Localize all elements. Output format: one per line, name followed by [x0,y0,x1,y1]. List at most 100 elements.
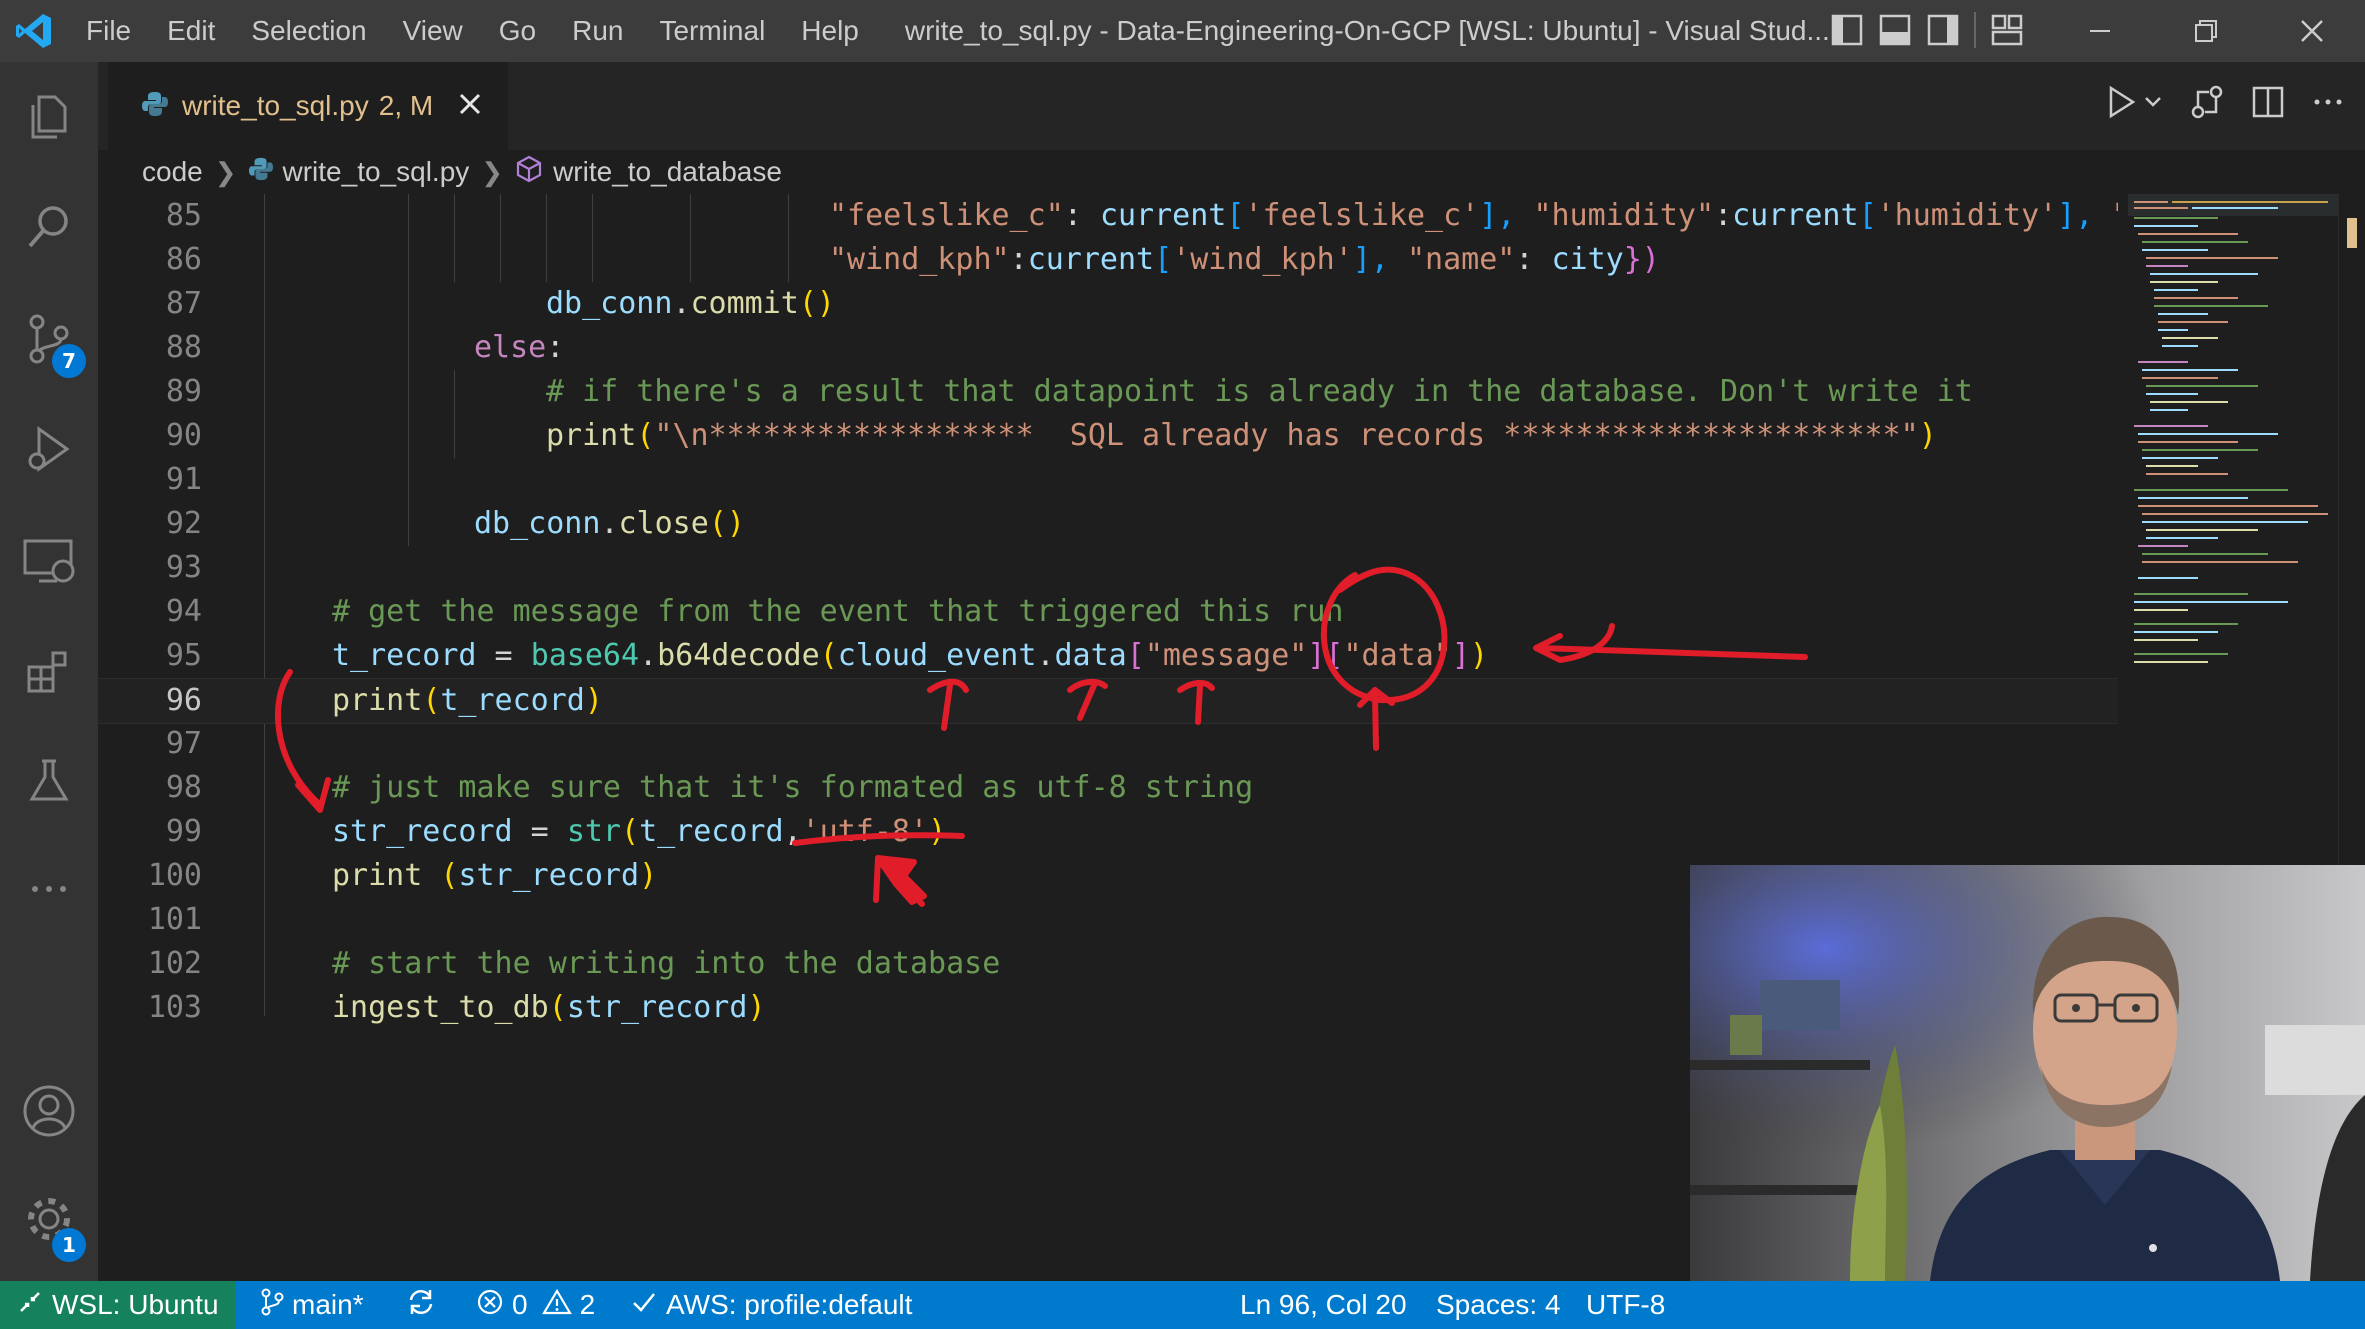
code-line: 92 db_conn.close() [98,502,2118,546]
line-number: 88 [165,330,202,365]
minimap[interactable] [2128,194,2338,814]
code-line: 97 [98,722,2118,766]
presenter-webcam [1690,865,2365,1281]
accounts-icon[interactable] [0,1066,98,1156]
menu-bar: File Edit Selection View Go Run Terminal… [68,0,877,62]
line-text: t_record = base64.b64decode(cloud_event.… [332,638,1488,673]
toggle-primary-sidebar-icon[interactable] [1830,10,1864,54]
remote-label: WSL: Ubuntu [52,1289,219,1320]
restore-icon[interactable] [2153,0,2259,62]
more-views-icon[interactable] [0,844,98,934]
code-line: 87 db_conn.commit() [98,282,2118,326]
tab-problems-status: 2, M [378,90,434,121]
git-branch-icon [260,1288,284,1323]
method-cube-icon [515,155,543,190]
title-bar: File Edit Selection View Go Run Terminal… [0,0,2365,62]
run-debug-icon[interactable] [0,404,98,494]
customize-layout-icon[interactable] [1990,10,2024,54]
code-line: 85 "feelslike_c": current['feelslike_c']… [98,194,2118,238]
menu-edit[interactable]: Edit [149,15,233,47]
activity-bar: 7 1 [0,62,98,1281]
code-line: 93 [98,546,2118,590]
menu-help[interactable]: Help [783,15,877,47]
run-dropdown-chevron-icon[interactable] [2143,92,2163,116]
line-text: print(t_record) [332,683,603,718]
close-window-icon[interactable] [2259,0,2365,62]
line-number: 85 [165,198,202,233]
aws-profile-indicator[interactable]: AWS: profile:default [630,1281,912,1329]
line-text: # if there's a result that datapoint is … [546,374,1973,409]
sync-button[interactable] [406,1281,436,1329]
line-number: 97 [165,726,202,761]
search-icon[interactable] [0,182,98,272]
minimize-icon[interactable] [2047,0,2153,62]
line-number: 96 [165,683,202,718]
remote-indicator[interactable]: WSL: Ubuntu [0,1281,236,1329]
editor-actions [2105,84,2345,124]
line-text: print("\n****************** SQL already … [546,418,1937,453]
layout-controls [1830,10,2024,54]
source-control-icon[interactable]: 7 [0,294,98,384]
menu-selection[interactable]: Selection [233,15,384,47]
menu-terminal[interactable]: Terminal [641,15,783,47]
line-number: 101 [147,902,202,937]
line-text: db_conn.commit() [546,286,835,321]
more-actions-icon[interactable] [2311,85,2345,123]
line-number: 99 [165,814,202,849]
line-text: # start the writing into the database [332,946,1001,981]
window-title: write_to_sql.py - Data-Engineering-On-GC… [904,15,1830,46]
code-line: 91 [98,458,2118,502]
check-icon [630,1288,658,1323]
line-text: db_conn.close() [474,506,745,541]
error-count: 0 [512,1289,528,1320]
line-number: 100 [147,858,202,893]
menu-go[interactable]: Go [481,15,554,47]
remote-icon [18,1289,42,1321]
code-line: 90 print("\n****************** SQL alrea… [98,414,2118,458]
split-editor-icon[interactable] [2251,85,2285,123]
toggle-secondary-sidebar-icon[interactable] [1926,10,1960,54]
breadcrumb-folder-label: code [142,156,203,187]
code-line: 95 t_record = base64.b64decode(cloud_eve… [98,634,2118,678]
encoding-indicator[interactable]: UTF-8 [1586,1281,1665,1329]
problems-indicator[interactable]: 0 2 [476,1281,595,1329]
aws-profile-label: AWS: profile:default [666,1289,913,1320]
line-text: "feelslike_c": current['feelslike_c'], "… [829,198,2118,233]
line-number: 87 [165,286,202,321]
toggle-panel-icon[interactable] [1878,10,1912,54]
explorer-icon[interactable] [0,72,98,162]
tab-write-to-sql[interactable]: write_to_sql.py 2, M [108,62,508,150]
testing-icon[interactable] [0,736,98,826]
line-number: 95 [165,638,202,673]
line-number: 92 [165,506,202,541]
menu-file[interactable]: File [68,15,149,47]
breadcrumb-folder[interactable]: code [142,156,203,188]
warning-icon [541,1288,572,1323]
line-text: else: [474,330,565,365]
breadcrumb-symbol[interactable]: write_to_database [515,155,782,190]
branch-label: main* [292,1289,364,1320]
open-changes-icon[interactable] [2189,84,2225,124]
tab-filename: write_to_sql.py [182,90,369,121]
line-number: 98 [165,770,202,805]
menu-view[interactable]: View [385,15,481,47]
code-line: 86 "wind_kph":current['wind_kph'], "name… [98,238,2118,282]
remote-explorer-icon[interactable] [0,516,98,606]
breadcrumb-file[interactable]: write_to_sql.py [248,156,469,188]
menu-run[interactable]: Run [554,15,641,47]
code-line-current: 96 print(t_record) [98,678,2118,724]
code-line: 98 # just make sure that it's formated a… [98,766,2118,810]
run-python-file-icon[interactable] [2105,84,2137,124]
line-text: # just make sure that it's formated as u… [332,770,1254,805]
chevron-right-icon: ❯ [481,156,504,187]
branch-indicator[interactable]: main* [260,1281,364,1329]
manage-gear-icon[interactable]: 1 [0,1174,98,1264]
vscode-logo-icon [0,0,68,62]
extensions-icon[interactable] [0,626,98,716]
tab-bar: write_to_sql.py 2, M [98,62,2365,150]
cursor-position[interactable]: Ln 96, Col 20 [1240,1281,1407,1329]
line-number: 86 [165,242,202,277]
close-tab-icon[interactable] [457,91,483,121]
indentation-indicator[interactable]: Spaces: 4 [1436,1281,1561,1329]
line-number: 89 [165,374,202,409]
